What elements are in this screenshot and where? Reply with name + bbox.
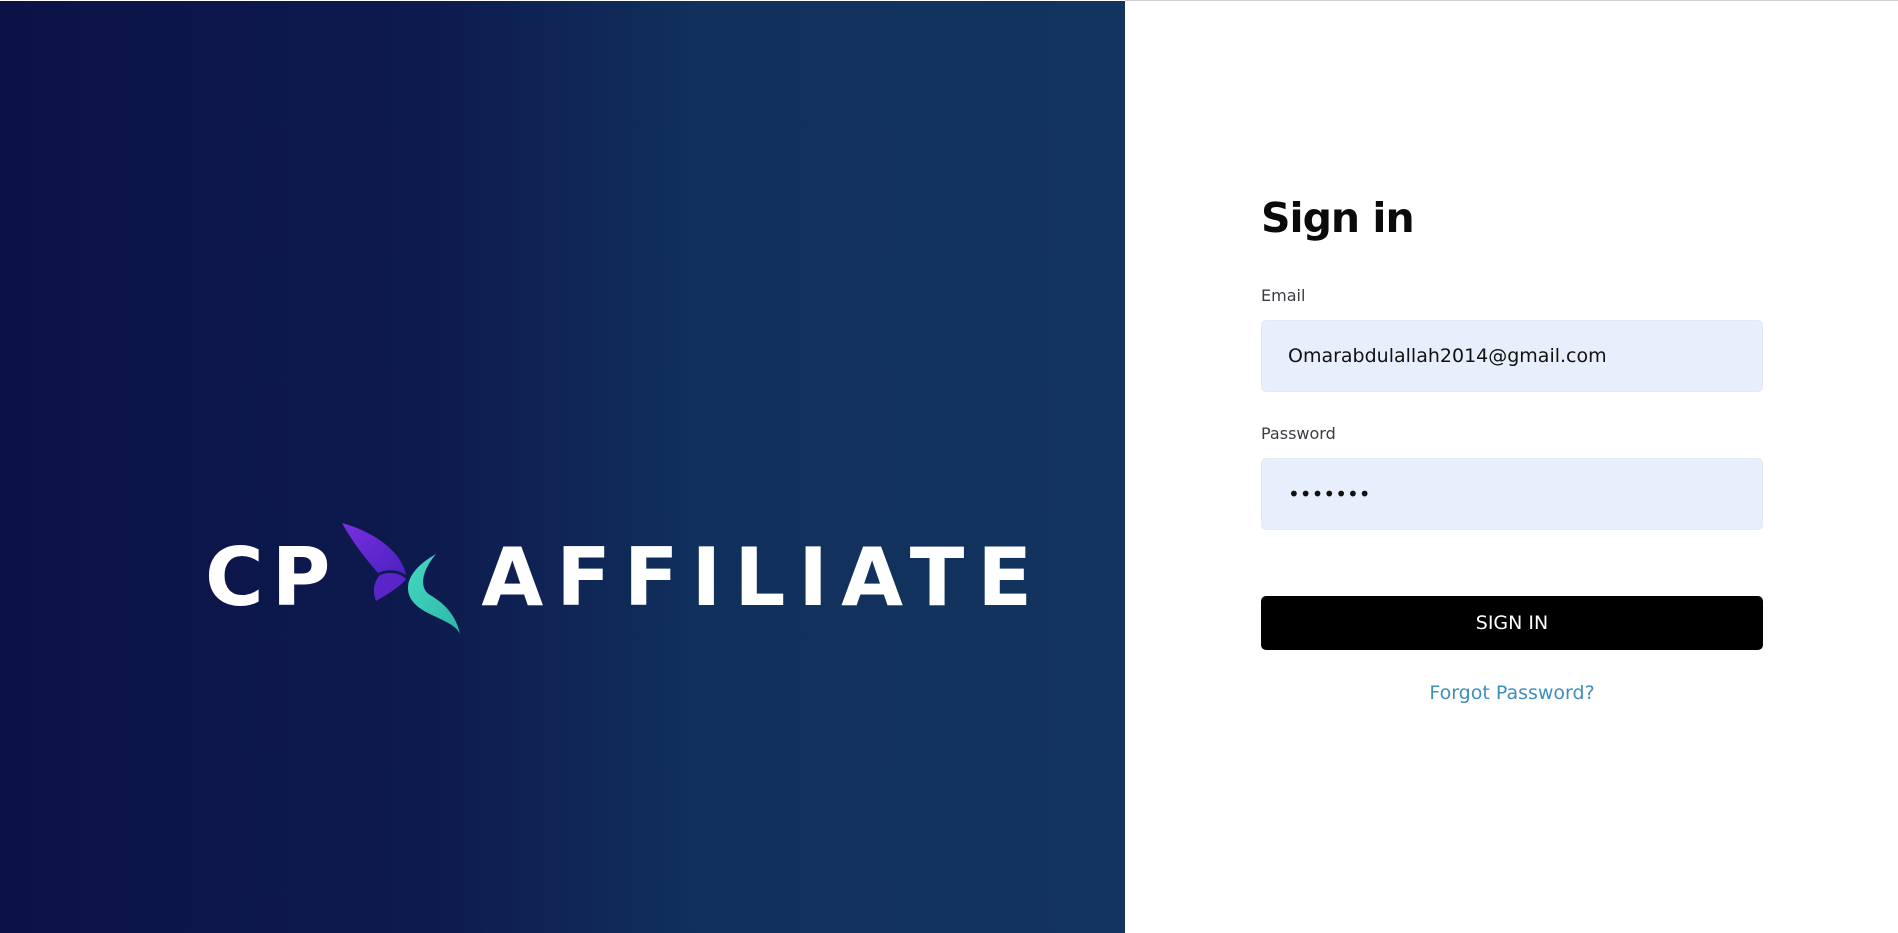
butterfly-logo-icon bbox=[342, 522, 461, 634]
password-field[interactable]: ••••••• bbox=[1261, 458, 1763, 530]
signin-form: Sign in Email Omarabdulallah2014@gmail.c… bbox=[1261, 190, 1763, 704]
page-title: Sign in bbox=[1261, 194, 1415, 242]
login-page: CP AFFILIATE Sign in Email Omarabdulalla… bbox=[0, 0, 1898, 933]
brand-logo: CP AFFILIATE bbox=[205, 522, 1045, 634]
password-value: ••••••• bbox=[1288, 482, 1371, 506]
top-divider bbox=[1125, 0, 1898, 1]
brand-panel: CP AFFILIATE bbox=[0, 1, 1125, 933]
email-label: Email bbox=[1261, 286, 1306, 305]
brand-name-left: CP bbox=[205, 531, 339, 624]
email-field[interactable]: Omarabdulallah2014@gmail.com bbox=[1261, 320, 1763, 392]
forgot-password-link[interactable]: Forgot Password? bbox=[1261, 682, 1763, 704]
brand-name-right: AFFILIATE bbox=[481, 531, 1045, 624]
email-value: Omarabdulallah2014@gmail.com bbox=[1288, 345, 1607, 367]
password-label: Password bbox=[1261, 424, 1336, 443]
signin-button[interactable]: SIGN IN bbox=[1261, 596, 1763, 650]
